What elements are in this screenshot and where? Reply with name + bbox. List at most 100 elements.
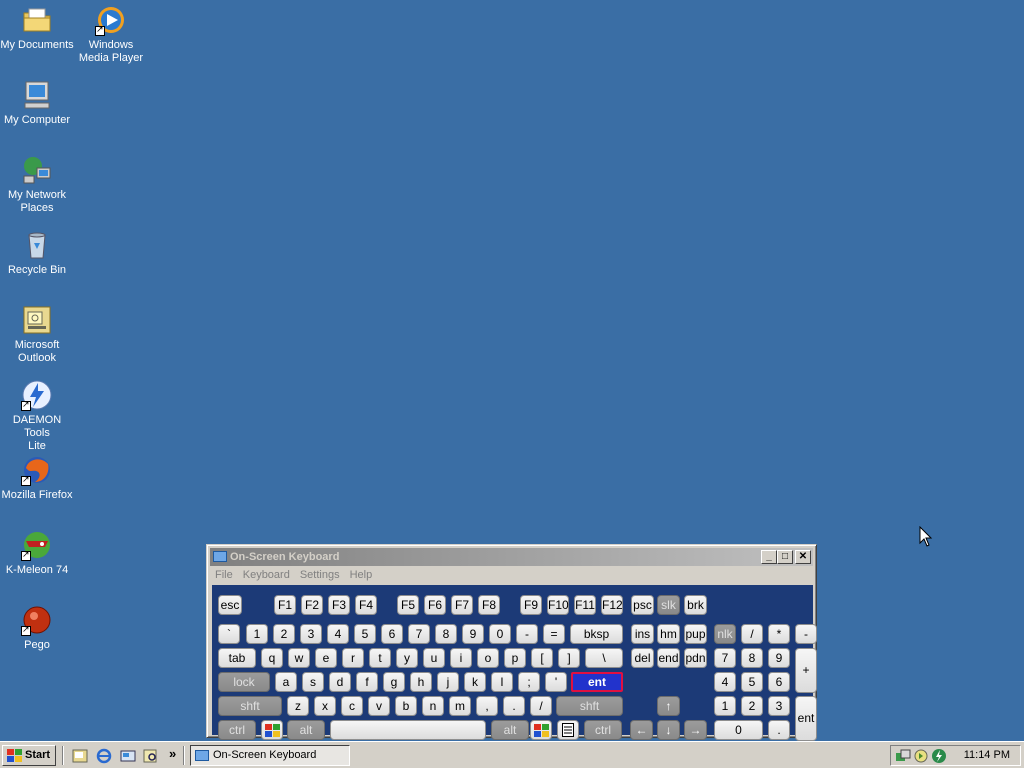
key-arrow-left[interactable]: ←	[630, 720, 653, 740]
key-u[interactable]: u	[423, 648, 445, 668]
key-backspace[interactable]: bksp	[570, 624, 623, 644]
key-equals[interactable]: =	[543, 624, 565, 644]
key-f3[interactable]: F3	[328, 595, 350, 615]
key-t[interactable]: t	[369, 648, 391, 668]
key-9[interactable]: 9	[462, 624, 484, 644]
minimize-button[interactable]: _	[761, 550, 777, 564]
key-end[interactable]: end	[657, 648, 680, 668]
taskbar-button-on-screen-keyboard[interactable]: On-Screen Keyboard	[190, 745, 350, 766]
key-slk[interactable]: slk	[657, 595, 680, 615]
key-f7[interactable]: F7	[451, 595, 473, 615]
key-caps-lock[interactable]: lock	[218, 672, 270, 692]
menu-settings[interactable]: Settings	[295, 567, 345, 584]
key-arrow-down[interactable]: ↓	[657, 720, 680, 740]
key-c[interactable]: c	[341, 696, 363, 716]
key-s[interactable]: s	[302, 672, 324, 692]
key-w[interactable]: w	[288, 648, 310, 668]
key-arrow-up[interactable]: ↑	[657, 696, 680, 716]
key-r[interactable]: r	[342, 648, 364, 668]
desktop-icon-my-documents[interactable]: My Documents	[0, 4, 74, 52]
key-1[interactable]: 1	[246, 624, 268, 644]
key-insert[interactable]: ins	[631, 624, 654, 644]
key-period[interactable]: .	[503, 696, 525, 716]
key-o[interactable]: o	[477, 648, 499, 668]
key-right-alt[interactable]: alt	[491, 720, 529, 740]
menu-file[interactable]: File	[210, 567, 238, 584]
key-8[interactable]: 8	[435, 624, 457, 644]
key-num-decimal[interactable]: .	[768, 720, 790, 740]
key-num-3[interactable]: 3	[768, 696, 790, 716]
desktop-icon-microsoft-outlook[interactable]: Microsoft Outlook	[0, 304, 74, 365]
key-right-windows[interactable]	[530, 720, 552, 740]
key-f12[interactable]: F12	[601, 595, 623, 615]
key-l[interactable]: l	[491, 672, 513, 692]
key-f5[interactable]: F5	[397, 595, 419, 615]
key-j[interactable]: j	[437, 672, 459, 692]
key-y[interactable]: y	[396, 648, 418, 668]
key-num-0[interactable]: 0	[714, 720, 763, 740]
key-a[interactable]: a	[275, 672, 297, 692]
key-home[interactable]: hm	[657, 624, 680, 644]
key-b[interactable]: b	[395, 696, 417, 716]
key-d[interactable]: d	[329, 672, 351, 692]
key-right-bracket[interactable]: ]	[558, 648, 580, 668]
key-n[interactable]: n	[422, 696, 444, 716]
key-psc[interactable]: psc	[631, 595, 654, 615]
quicklaunch-chevron[interactable]: »	[169, 746, 176, 761]
key-delete[interactable]: del	[631, 648, 654, 668]
key-i[interactable]: i	[450, 648, 472, 668]
key-backtick[interactable]: `	[218, 624, 240, 644]
key-comma[interactable]: ,	[476, 696, 498, 716]
key-f[interactable]: f	[356, 672, 378, 692]
desktop-icon-recycle-bin[interactable]: Recycle Bin	[0, 229, 74, 277]
network-tray-icon[interactable]	[895, 748, 911, 764]
key-arrow-right[interactable]: →	[684, 720, 707, 740]
key-page-up[interactable]: pup	[684, 624, 707, 644]
key-left-windows[interactable]	[261, 720, 283, 740]
key-page-down[interactable]: pdn	[684, 648, 707, 668]
key-num-lock[interactable]: nlk	[714, 624, 736, 644]
start-button[interactable]: Start	[2, 745, 56, 766]
key-f2[interactable]: F2	[301, 595, 323, 615]
key-f10[interactable]: F10	[547, 595, 569, 615]
key-p[interactable]: p	[504, 648, 526, 668]
key-num-minus[interactable]: -	[795, 624, 817, 644]
key-k[interactable]: k	[464, 672, 486, 692]
key-num-enter[interactable]: ent	[795, 696, 817, 741]
key-num-1[interactable]: 1	[714, 696, 736, 716]
key-f11[interactable]: F11	[574, 595, 596, 615]
search-icon[interactable]	[143, 748, 159, 764]
key-h[interactable]: h	[410, 672, 432, 692]
key-num-9[interactable]: 9	[768, 648, 790, 668]
desktop-icon-my-network-places[interactable]: My Network Places	[0, 154, 74, 215]
key-right-shift[interactable]: shft	[556, 696, 623, 716]
key-spacebar[interactable]	[330, 720, 486, 740]
key-f4[interactable]: F4	[355, 595, 377, 615]
maximize-button[interactable]: □	[777, 550, 793, 564]
internet-explorer-icon[interactable]	[96, 748, 112, 764]
key-q[interactable]: q	[261, 648, 283, 668]
window-titlebar[interactable]: On-Screen Keyboard _ □ ✕	[210, 548, 813, 566]
show-desktop-icon[interactable]	[120, 748, 136, 764]
key-f8[interactable]: F8	[478, 595, 500, 615]
volume-tray-icon[interactable]	[913, 748, 929, 764]
key-quote[interactable]: '	[545, 672, 567, 692]
key-num-5[interactable]: 5	[741, 672, 763, 692]
key-e[interactable]: e	[315, 648, 337, 668]
desktop-icon-k-meleon[interactable]: K-Meleon 74	[0, 529, 74, 577]
key-left-bracket[interactable]: [	[531, 648, 553, 668]
key-num-plus[interactable]: +	[795, 648, 817, 693]
key-0[interactable]: 0	[489, 624, 511, 644]
key-num-divide[interactable]: /	[741, 624, 763, 644]
menu-keyboard[interactable]: Keyboard	[238, 567, 295, 584]
key-application-menu[interactable]	[557, 720, 579, 740]
key-semicolon[interactable]: ;	[518, 672, 540, 692]
key-v[interactable]: v	[368, 696, 390, 716]
key-7[interactable]: 7	[408, 624, 430, 644]
desktop-icon-pego[interactable]: Pego	[0, 604, 74, 652]
key-g[interactable]: g	[383, 672, 405, 692]
key-f6[interactable]: F6	[424, 595, 446, 615]
key-brk[interactable]: brk	[684, 595, 707, 615]
key-esc[interactable]: esc	[218, 595, 242, 615]
key-f1[interactable]: F1	[274, 595, 296, 615]
